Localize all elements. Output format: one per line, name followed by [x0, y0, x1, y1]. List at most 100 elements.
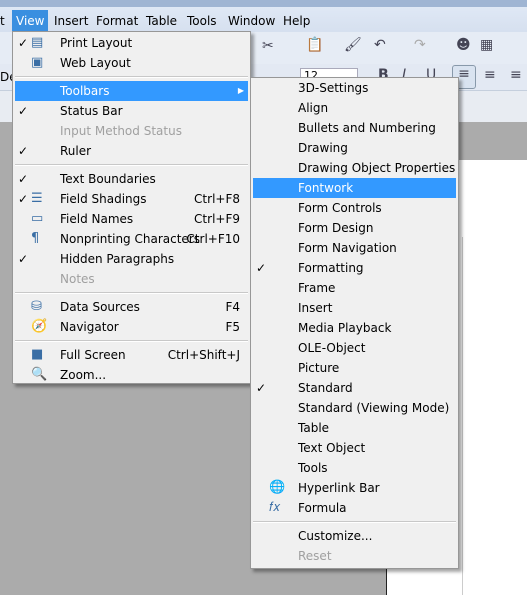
menu-item-frame[interactable]: Frame	[253, 278, 456, 298]
navigator-icon[interactable]: ☻	[456, 37, 471, 53]
menu-item-notes: Notes	[15, 269, 248, 289]
menu-item-drawing[interactable]: Drawing	[253, 138, 456, 158]
compass-icon: 🧭	[31, 319, 48, 334]
table-icon[interactable]: ▦	[480, 37, 493, 53]
text-boundary	[462, 237, 463, 595]
align-right-icon[interactable]: ≡	[510, 67, 522, 83]
menu-item-label: Zoom...	[60, 368, 107, 382]
menu-item-zoom[interactable]: 🔍 Zoom...	[15, 365, 248, 385]
menu-item-web-layout[interactable]: ▣ Web Layout	[15, 53, 248, 73]
menu-item-label: Field Shadings	[60, 192, 147, 206]
menu-item-ruler[interactable]: ✓ Ruler	[15, 141, 248, 161]
menu-item-hyperlink-bar[interactable]: 🌐 Hyperlink Bar	[253, 478, 456, 498]
menu-tools[interactable]: Tools	[183, 10, 221, 32]
menu-item-toolbars[interactable]: Toolbars ▶	[15, 81, 248, 101]
menu-item-form-design[interactable]: Form Design	[253, 218, 456, 238]
menu-item-label: Hyperlink Bar	[298, 481, 380, 495]
shortcut-label: F5	[225, 320, 240, 334]
menu-item-drawing-object-properties[interactable]: Drawing Object Properties	[253, 158, 456, 178]
web-layout-icon: ▣	[31, 55, 44, 70]
undo-icon[interactable]: ↶	[374, 37, 386, 53]
menu-item-label: Insert	[298, 301, 333, 315]
menu-item-label: Reset	[298, 549, 332, 563]
menu-table[interactable]: Table	[142, 10, 181, 32]
menu-item-standard-viewing-mode[interactable]: Standard (Viewing Mode)	[253, 398, 456, 418]
menu-item-label: Input Method Status	[60, 124, 182, 138]
shortcut-label: Ctrl+F10	[186, 232, 240, 246]
menu-item-label: Full Screen	[60, 348, 126, 362]
menu-item-label: Status Bar	[60, 104, 123, 118]
menu-item-table[interactable]: Table	[253, 418, 456, 438]
formula-icon: 𝑓𝑥	[269, 500, 281, 515]
menu-separator	[15, 292, 248, 294]
cut-icon[interactable]: ✂	[262, 38, 274, 54]
checkmark-icon: ✓	[18, 144, 29, 158]
menu-window[interactable]: Window	[224, 10, 279, 32]
menu-item-formula[interactable]: 𝑓𝑥 Formula	[253, 498, 456, 518]
menu-item-hidden-paragraphs[interactable]: ✓ Hidden Paragraphs	[15, 249, 248, 269]
toolbars-submenu: 3D-Settings Align Bullets and Numbering Dra…	[250, 77, 459, 569]
menu-item-label: Data Sources	[60, 300, 140, 314]
menu-item-bullets-and-numbering[interactable]: Bullets and Numbering	[253, 118, 456, 138]
menu-item-print-layout[interactable]: ✓ ▤ Print Layout	[15, 33, 248, 53]
menu-item-field-shadings[interactable]: ✓ ☰ Field Shadings Ctrl+F8	[15, 189, 248, 209]
menu-item-navigator[interactable]: 🧭 Navigator F5	[15, 317, 248, 337]
menu-item-reset: Reset	[253, 546, 456, 566]
menu-item-tools[interactable]: Tools	[253, 458, 456, 478]
menu-item-formatting[interactable]: ✓ Formatting	[253, 258, 456, 278]
menu-help[interactable]: Help	[279, 10, 314, 32]
menu-item-status-bar[interactable]: ✓ Status Bar	[15, 101, 248, 121]
menu-item-label: Text Object	[298, 441, 366, 455]
print-layout-icon: ▤	[31, 35, 44, 50]
menu-item-label: Align	[298, 101, 329, 115]
menu-item-label: Picture	[298, 361, 340, 375]
align-center-icon[interactable]: ≡	[484, 67, 496, 83]
menu-item-label: Standard	[298, 381, 353, 395]
menu-item-form-navigation[interactable]: Form Navigation	[253, 238, 456, 258]
checkmark-icon: ✓	[18, 192, 29, 206]
menu-item-field-names[interactable]: ▭ Field Names Ctrl+F9	[15, 209, 248, 229]
menu-t[interactable]: t	[0, 10, 9, 32]
checkmark-icon: ✓	[256, 261, 267, 275]
menu-item-text-boundaries[interactable]: ✓ Text Boundaries	[15, 169, 248, 189]
menu-item-ole-object[interactable]: OLE-Object	[253, 338, 456, 358]
menu-view[interactable]: View	[12, 10, 49, 32]
menu-item-label: 3D-Settings	[298, 81, 369, 95]
menu-item-picture[interactable]: Picture	[253, 358, 456, 378]
menu-item-label: Print Layout	[60, 36, 133, 50]
menu-item-3d-settings[interactable]: 3D-Settings	[253, 78, 456, 98]
menu-item-insert[interactable]: Insert	[253, 298, 456, 318]
menu-item-text-object[interactable]: Text Object	[253, 438, 456, 458]
menu-item-standard[interactable]: ✓ Standard	[253, 378, 456, 398]
menu-item-label: Text Boundaries	[60, 172, 156, 186]
menu-item-label: Fontwork	[298, 181, 354, 195]
menu-separator	[253, 521, 456, 523]
checkmark-icon: ✓	[18, 252, 29, 266]
menu-item-nonprinting-characters[interactable]: ¶ Nonprinting Characters Ctrl+F10	[15, 229, 248, 249]
zoom-icon: 🔍	[31, 367, 48, 382]
menu-item-media-playback[interactable]: Media Playback	[253, 318, 456, 338]
menu-item-align[interactable]: Align	[253, 98, 456, 118]
menu-item-customize[interactable]: Customize...	[253, 526, 456, 546]
menu-item-label: Toolbars	[60, 84, 110, 98]
view-menu: ✓ ▤ Print Layout ▣ Web Layout Toolbars ▶ ✓ Statu…	[12, 31, 251, 384]
menu-item-fontwork[interactable]: Fontwork	[253, 178, 456, 198]
menu-item-form-controls[interactable]: Form Controls	[253, 198, 456, 218]
clone-formatting-icon[interactable]: 🖌	[344, 37, 362, 53]
menu-item-label: Form Navigation	[298, 241, 397, 255]
menu-item-label: Media Playback	[298, 321, 392, 335]
menu-item-full-screen[interactable]: ■ Full Screen Ctrl+Shift+J	[15, 345, 248, 365]
menu-item-label: Nonprinting Characters	[60, 232, 200, 246]
hyperlink-icon: 🌐	[269, 480, 286, 495]
menu-insert[interactable]: Insert	[50, 10, 92, 32]
menu-item-data-sources[interactable]: ⛁ Data Sources F4	[15, 297, 248, 317]
redo-icon[interactable]: ↷	[414, 37, 426, 53]
menu-item-label: Navigator	[60, 320, 119, 334]
field-names-icon: ▭	[31, 211, 44, 226]
menu-item-label: Form Design	[298, 221, 374, 235]
menu-format[interactable]: Format	[92, 10, 142, 32]
paste-icon[interactable]: 📋	[306, 37, 323, 53]
menu-bar: t View Insert Format Table Tools Window Help	[0, 0, 527, 32]
menu-item-label: Form Controls	[298, 201, 382, 215]
menu-separator	[15, 76, 248, 78]
